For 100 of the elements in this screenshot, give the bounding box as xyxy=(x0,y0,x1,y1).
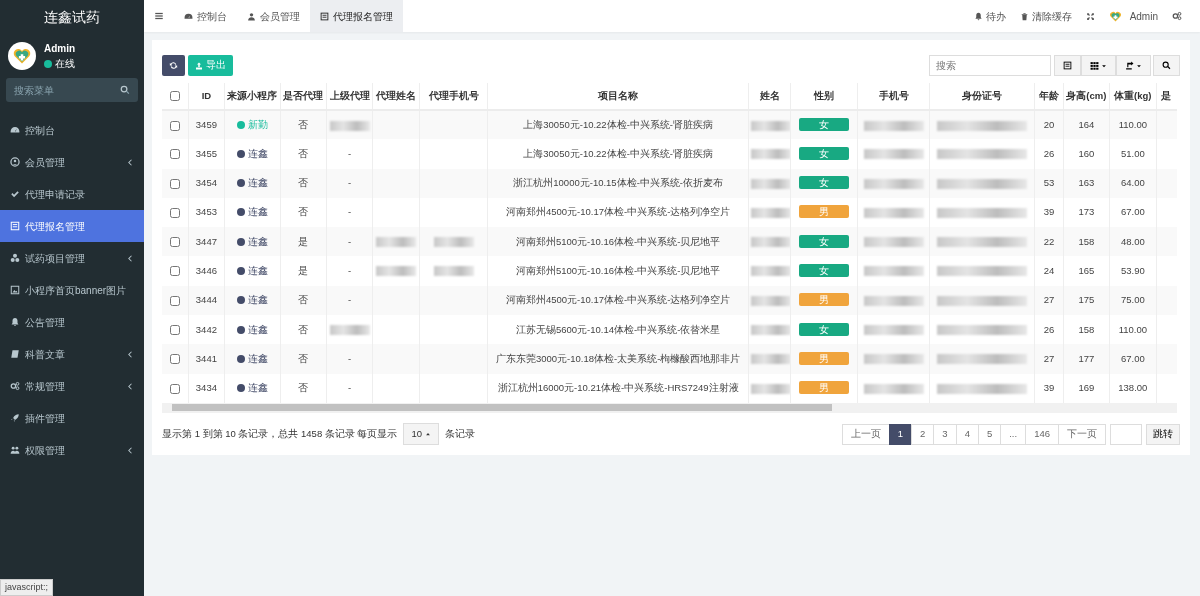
gears-icon[interactable] xyxy=(1172,11,1182,21)
page-link[interactable]: 上一页 xyxy=(841,423,890,445)
table-cell: 否 xyxy=(298,119,309,130)
tab[interactable]: 会员管理 xyxy=(237,0,310,32)
table-cell: 51.00 xyxy=(1120,147,1145,159)
table-cell: 27 xyxy=(1043,294,1055,306)
columns-dropdown[interactable] xyxy=(1080,55,1116,76)
menu-item[interactable]: 常规管理 xyxy=(0,370,144,402)
table-cell: - xyxy=(348,382,352,394)
table-cell: 3453 xyxy=(195,206,217,218)
table-cell: 164 xyxy=(1078,119,1095,130)
blurred-text xyxy=(750,295,790,306)
row-checkbox[interactable] xyxy=(169,207,180,218)
page-link[interactable]: 3 xyxy=(933,423,957,445)
table-cell: 20 xyxy=(1043,119,1055,130)
user-name: Admin xyxy=(44,42,76,56)
table-cell: 67.00 xyxy=(1120,352,1145,364)
caret-icon xyxy=(1135,62,1142,69)
row-checkbox[interactable] xyxy=(169,383,180,394)
column-header: 是否代理 xyxy=(283,89,324,101)
column-header: ID xyxy=(201,89,212,101)
caret-icon xyxy=(1100,62,1107,69)
menu-item[interactable]: 插件管理 xyxy=(0,402,144,434)
row-checkbox[interactable] xyxy=(169,295,180,306)
row-checkbox[interactable] xyxy=(169,354,180,365)
blurred-text xyxy=(750,178,790,189)
table-cell: 48.00 xyxy=(1120,235,1145,247)
menu-item[interactable]: 试药项目管理 xyxy=(0,242,144,274)
tab[interactable]: 控制台 xyxy=(174,0,237,32)
table-cell: 3455 xyxy=(195,147,217,159)
menu-item[interactable]: 代理报名管理 xyxy=(0,210,144,242)
gender-tag: 男 xyxy=(799,293,849,307)
bell-icon xyxy=(10,317,20,327)
horizontal-scrollbar[interactable] xyxy=(162,402,1177,413)
page-link[interactable]: 1 xyxy=(888,423,913,445)
table-cell: - xyxy=(348,294,352,306)
table-cell: 上海30050元-10.22体检-中兴系统-肾脏疾病 xyxy=(523,147,713,159)
user-menu[interactable]: Admin xyxy=(1108,8,1158,24)
menu-item[interactable]: 权限管理 xyxy=(0,434,144,466)
page-link[interactable]: 2 xyxy=(911,423,935,445)
row-checkbox[interactable] xyxy=(169,325,180,336)
export-dropdown[interactable] xyxy=(1115,55,1151,76)
cubes-icon xyxy=(10,253,20,263)
menu-item[interactable]: 会员管理 xyxy=(0,146,144,178)
table-cell: - xyxy=(348,206,352,218)
table-cell: 160 xyxy=(1078,147,1095,159)
search-icon xyxy=(1162,61,1171,70)
column-header: 是 xyxy=(1160,89,1171,101)
blurred-text xyxy=(750,149,790,160)
menu-search-field[interactable]: 搜索菜单 xyxy=(6,78,138,102)
page-number-field[interactable] xyxy=(1110,423,1142,445)
gender-tag: 男 xyxy=(799,381,849,395)
page-size-dropdown[interactable]: 10 xyxy=(403,422,440,446)
select-all-checkbox[interactable] xyxy=(169,91,180,102)
refresh-button[interactable] xyxy=(162,55,185,76)
table-cell: 是 xyxy=(298,235,309,247)
menu-item[interactable]: 代理申请记录 xyxy=(0,178,144,210)
scrollbar-thumb[interactable] xyxy=(172,404,832,412)
table-cell: 138.00 xyxy=(1118,382,1148,394)
clear-cache-link[interactable]: 清除缓存 xyxy=(1019,8,1072,24)
row-checkbox[interactable] xyxy=(169,266,180,277)
table-cell: 否 xyxy=(298,294,309,306)
menu-item[interactable]: 公告管理 xyxy=(0,306,144,338)
table-cell: 177 xyxy=(1078,352,1095,364)
table-cell: 3434 xyxy=(195,382,217,394)
row-checkbox[interactable] xyxy=(169,120,180,131)
blurred-text xyxy=(750,354,790,365)
todo-link[interactable]: 待办 xyxy=(973,8,1006,24)
toggle-view-button[interactable] xyxy=(1053,55,1081,76)
table-cell: 3446 xyxy=(195,265,217,276)
menu-item[interactable]: 科普文章 xyxy=(0,338,144,370)
search-button[interactable] xyxy=(1153,55,1180,76)
page-link[interactable]: 146 xyxy=(1025,423,1059,445)
table-cell: 河南郑州4500元-10.17体检-中兴系统-达格列净空片 xyxy=(505,294,731,306)
page-link[interactable]: ... xyxy=(1000,423,1027,445)
table-cell: 3442 xyxy=(195,323,217,335)
row-checkbox[interactable] xyxy=(169,149,180,160)
fullscreen-icon[interactable] xyxy=(1085,11,1095,21)
page-link[interactable]: 下一页 xyxy=(1058,423,1106,445)
source-name: 连鑫 xyxy=(247,382,268,394)
table-cell: 27 xyxy=(1043,352,1055,364)
source-name: 新勤 xyxy=(247,119,268,130)
table-cell: 39 xyxy=(1043,206,1055,218)
menu-item[interactable]: 小程序首页banner图片 xyxy=(0,274,144,306)
tab[interactable]: 代理报名管理 xyxy=(310,0,403,32)
page-link[interactable]: 5 xyxy=(977,423,1002,445)
menu-item[interactable]: 控制台 xyxy=(0,114,144,146)
table-cell: 江苏无锡5600元-10.14体检-中兴系统-依替米星 xyxy=(515,323,721,335)
form-icon xyxy=(10,221,20,231)
pagination-summary: 显示第 1 到第 10 条记录，总共 1458 条记录 每页显示 xyxy=(162,426,398,441)
gears-icon xyxy=(10,381,20,391)
search-field[interactable]: 搜索 xyxy=(929,55,1051,76)
heart-logo xyxy=(1108,9,1122,23)
row-checkbox[interactable] xyxy=(169,178,180,189)
source-name: 连鑫 xyxy=(247,147,268,159)
row-checkbox[interactable] xyxy=(169,237,180,248)
page-link[interactable]: 4 xyxy=(955,423,979,445)
jump-button[interactable]: 跳转 xyxy=(1146,423,1180,445)
table-cell: 广东东莞3000元-10.18体检-太美系统-枸橼酸西地那非片 xyxy=(495,352,741,364)
table-cell: 3447 xyxy=(195,235,217,247)
